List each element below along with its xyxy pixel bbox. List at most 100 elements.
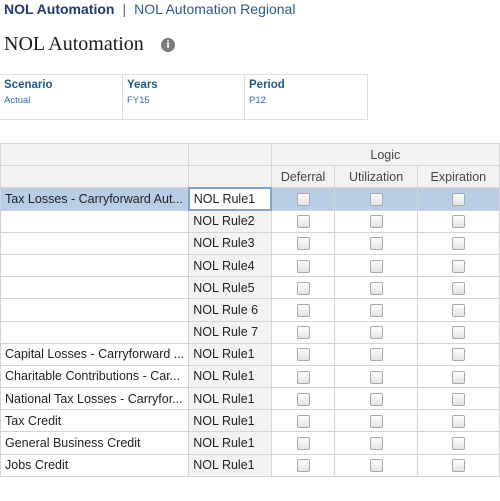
table-row[interactable]: Tax Credit NOL Rule1 bbox=[0, 409, 500, 433]
rule-label[interactable]: NOL Rule1 bbox=[188, 409, 272, 433]
pov-bar: Scenario Actual Years FY15 Period P12 bbox=[0, 74, 368, 120]
logic-group-header: Logic bbox=[270, 142, 500, 167]
checkbox-cell bbox=[416, 387, 500, 411]
rule-label[interactable]: NOL Rule1 bbox=[188, 364, 272, 389]
grid-corner-lower bbox=[0, 165, 190, 189]
checkbox-cell bbox=[334, 342, 418, 366]
table-row[interactable]: NOL Rule5 bbox=[0, 276, 500, 300]
logic-checkbox[interactable] bbox=[296, 437, 310, 451]
checkbox-cell bbox=[416, 453, 500, 477]
rule-label[interactable]: NOL Rule1 bbox=[188, 453, 272, 477]
logic-checkbox[interactable] bbox=[369, 392, 383, 406]
tab-nol-automation[interactable]: NOL Automation bbox=[4, 1, 114, 17]
logic-checkbox[interactable] bbox=[296, 259, 310, 273]
logic-checkbox[interactable] bbox=[451, 215, 465, 229]
checkbox-cell bbox=[416, 431, 500, 455]
rule-label[interactable]: NOL Rule1 bbox=[188, 387, 272, 411]
info-icon[interactable]: i bbox=[161, 38, 175, 52]
checkbox-cell bbox=[416, 187, 500, 211]
table-row[interactable]: General Business Credit NOL Rule1 bbox=[0, 431, 500, 455]
logic-checkbox[interactable] bbox=[451, 348, 465, 362]
logic-checkbox[interactable] bbox=[369, 459, 383, 473]
logic-checkbox[interactable] bbox=[296, 237, 310, 251]
rule-label[interactable]: NOL Rule4 bbox=[188, 253, 272, 278]
logic-checkbox[interactable] bbox=[296, 348, 310, 362]
logic-checkbox[interactable] bbox=[451, 237, 465, 251]
rule-label[interactable]: NOL Rule 6 bbox=[188, 298, 272, 322]
table-row[interactable]: NOL Rule4 bbox=[0, 253, 500, 278]
table-row[interactable]: National Tax Losses - Carryfor... NOL Rul… bbox=[0, 387, 500, 411]
logic-checkbox[interactable] bbox=[451, 304, 465, 317]
table-row[interactable]: NOL Rule2 bbox=[0, 209, 500, 233]
logic-checkbox[interactable] bbox=[451, 193, 465, 207]
logic-checkbox[interactable] bbox=[296, 304, 310, 317]
checkbox-cell bbox=[334, 364, 418, 389]
checkbox-cell bbox=[416, 409, 500, 433]
logic-checkbox[interactable] bbox=[451, 392, 465, 406]
nol-logic-grid: Logic Deferral Utilization Expiration Ta… bbox=[0, 142, 500, 477]
rule-label[interactable]: NOL Rule5 bbox=[188, 276, 272, 300]
logic-checkbox[interactable] bbox=[451, 370, 465, 384]
logic-checkbox[interactable] bbox=[296, 370, 310, 384]
column-header-deferral: Deferral bbox=[270, 165, 336, 189]
pov-years-label: Years bbox=[127, 79, 158, 91]
row-label bbox=[0, 209, 190, 233]
logic-checkbox[interactable] bbox=[369, 370, 383, 384]
checkbox-cell bbox=[416, 320, 500, 344]
table-row[interactable]: Tax Losses - Carryforward Aut... NOL Rule… bbox=[0, 186, 500, 212]
logic-checkbox[interactable] bbox=[296, 193, 310, 207]
pov-period[interactable]: Period P12 bbox=[245, 75, 368, 119]
logic-checkbox[interactable] bbox=[296, 281, 310, 295]
row-label bbox=[0, 231, 190, 255]
rule-label[interactable]: NOL Rule1 bbox=[187, 186, 273, 212]
logic-checkbox[interactable] bbox=[369, 414, 383, 428]
logic-checkbox[interactable] bbox=[369, 215, 383, 229]
pov-years-value: FY15 bbox=[127, 95, 150, 106]
checkbox-cell bbox=[270, 253, 336, 278]
rule-label[interactable]: NOL Rule3 bbox=[188, 231, 272, 255]
rule-label[interactable]: NOL Rule1 bbox=[188, 431, 272, 455]
logic-checkbox[interactable] bbox=[369, 348, 383, 362]
logic-checkbox[interactable] bbox=[369, 259, 383, 273]
logic-checkbox[interactable] bbox=[451, 459, 465, 473]
table-row[interactable]: NOL Rule 6 bbox=[0, 298, 500, 322]
table-row[interactable]: Capital Losses - Carryforward ... NOL Rul… bbox=[0, 342, 500, 366]
checkbox-cell bbox=[270, 298, 336, 322]
pov-scenario[interactable]: Scenario Actual bbox=[0, 75, 123, 119]
table-row[interactable]: Charitable Contributions - Car... NOL Rul… bbox=[0, 364, 500, 389]
logic-checkbox[interactable] bbox=[451, 437, 465, 451]
logic-checkbox[interactable] bbox=[296, 414, 310, 428]
column-header-utilization: Utilization bbox=[334, 165, 418, 189]
grid-corner bbox=[0, 142, 190, 167]
logic-checkbox[interactable] bbox=[296, 215, 310, 229]
rule-label[interactable]: NOL Rule2 bbox=[188, 209, 272, 233]
table-row[interactable]: NOL Rule 7 bbox=[0, 320, 500, 344]
logic-checkbox[interactable] bbox=[369, 437, 383, 451]
logic-checkbox[interactable] bbox=[296, 459, 310, 473]
pov-years[interactable]: Years FY15 bbox=[123, 75, 245, 119]
logic-checkbox[interactable] bbox=[369, 237, 383, 251]
table-row[interactable]: NOL Rule3 bbox=[0, 231, 500, 255]
row-label: Tax Credit bbox=[0, 409, 190, 433]
rule-label[interactable]: NOL Rule 7 bbox=[188, 320, 272, 344]
logic-checkbox[interactable] bbox=[451, 281, 465, 295]
logic-checkbox[interactable] bbox=[296, 392, 310, 406]
tab-separator: | bbox=[122, 1, 127, 17]
logic-checkbox[interactable] bbox=[369, 326, 383, 340]
logic-checkbox[interactable] bbox=[451, 414, 465, 428]
table-row[interactable]: Jobs Credit NOL Rule1 bbox=[0, 453, 500, 477]
logic-checkbox[interactable] bbox=[369, 193, 383, 207]
rule-label[interactable]: NOL Rule1 bbox=[188, 342, 272, 366]
pov-period-label: Period bbox=[249, 79, 285, 91]
logic-checkbox[interactable] bbox=[451, 326, 465, 340]
logic-checkbox[interactable] bbox=[296, 326, 310, 340]
logic-checkbox[interactable] bbox=[369, 281, 383, 295]
checkbox-cell bbox=[416, 231, 500, 255]
checkbox-cell bbox=[416, 276, 500, 300]
logic-checkbox[interactable] bbox=[369, 304, 383, 317]
logic-checkbox[interactable] bbox=[451, 259, 465, 273]
checkbox-cell bbox=[270, 409, 336, 433]
tab-nol-automation-regional[interactable]: NOL Automation Regional bbox=[134, 1, 295, 17]
pov-scenario-label: Scenario bbox=[4, 79, 53, 91]
row-label: National Tax Losses - Carryfor... bbox=[0, 387, 190, 411]
